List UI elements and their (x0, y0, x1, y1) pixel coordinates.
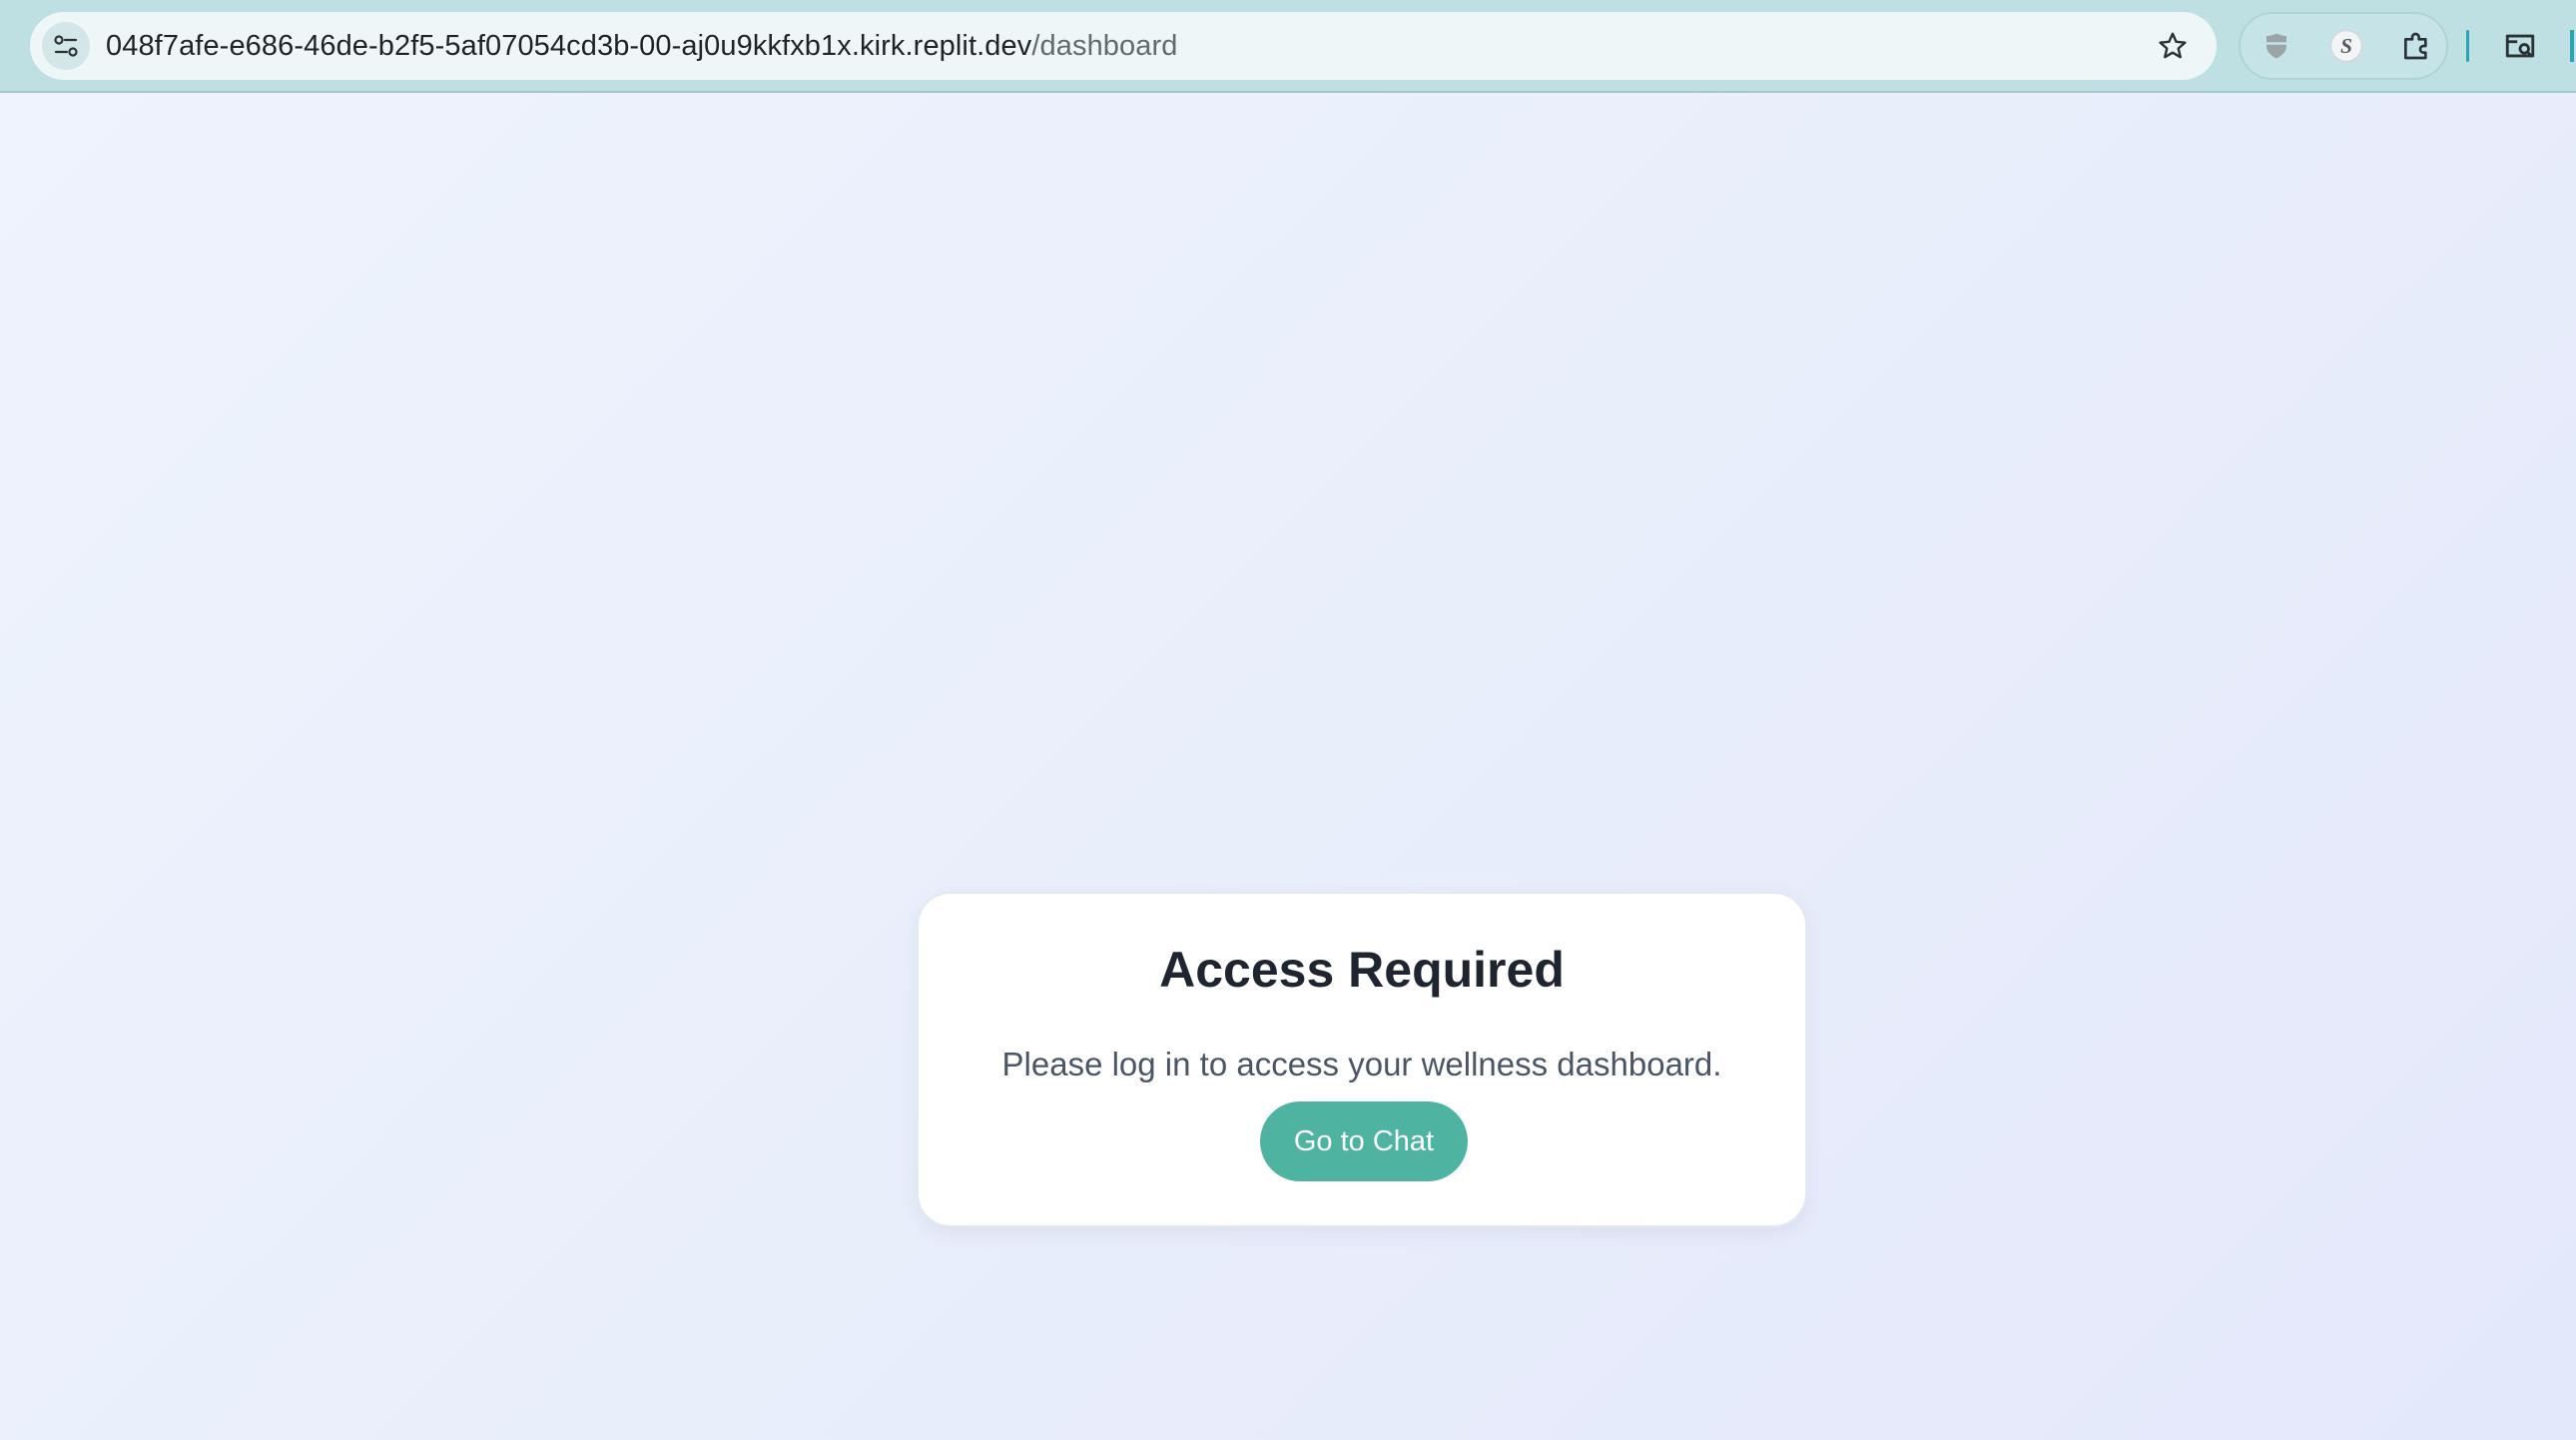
search-tabs-icon[interactable] (2496, 22, 2544, 70)
url-path: /dashboard (1031, 30, 1178, 62)
extensions-group: S (2239, 12, 2448, 80)
url-host: 048f7afe-e686-46de-b2f5-5af07054cd3b-00-… (106, 30, 1032, 62)
card-title: Access Required (1159, 942, 1565, 998)
shield-extension-icon[interactable] (2254, 24, 2298, 68)
card-message: Please log in to access your wellness da… (1001, 1046, 1722, 1082)
url-text[interactable]: 048f7afe-e686-46de-b2f5-5af07054cd3b-00-… (106, 12, 1177, 80)
site-settings-icon[interactable] (42, 22, 90, 70)
access-required-card: Access Required Please log in to access … (917, 892, 1807, 1227)
go-to-chat-button[interactable]: Go to Chat (1260, 1101, 1468, 1181)
star-icon[interactable] (2151, 24, 2195, 68)
toolbar-edge-mark (2570, 30, 2574, 62)
s-extension-icon[interactable]: S (2324, 24, 2368, 68)
toolbar-divider (2466, 30, 2469, 62)
page-content: Access Required Please log in to access … (0, 93, 2576, 1440)
address-bar[interactable]: 048f7afe-e686-46de-b2f5-5af07054cd3b-00-… (30, 12, 2217, 80)
browser-toolbar: 048f7afe-e686-46de-b2f5-5af07054cd3b-00-… (0, 0, 2576, 93)
svg-text:S: S (2340, 34, 2352, 58)
puzzle-extensions-icon[interactable] (2394, 24, 2438, 68)
